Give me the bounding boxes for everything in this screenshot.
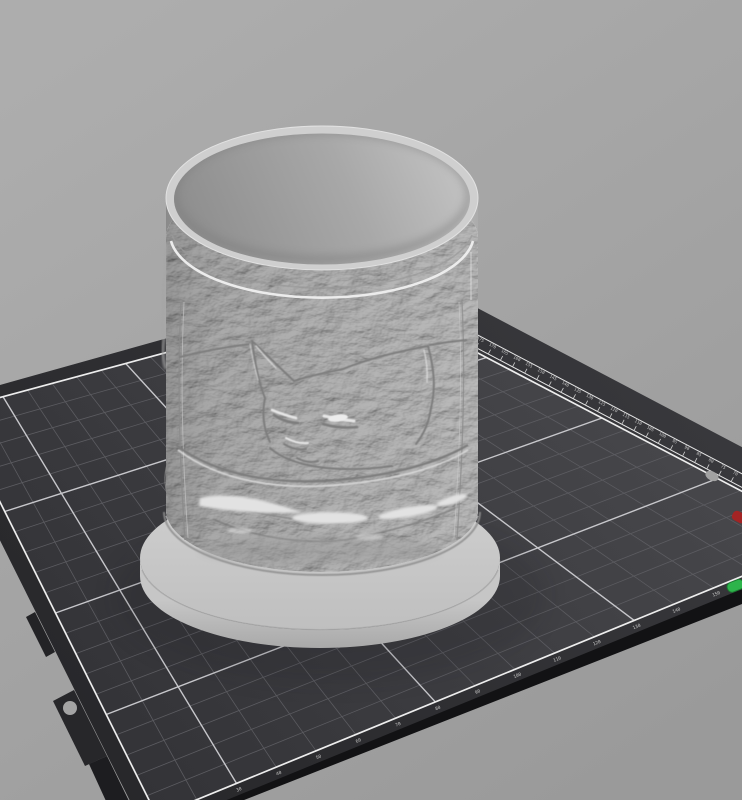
relief-lower-shading — [200, 536, 440, 564]
viewport-canvas[interactable]: 2152102052001951901851801751701651601551… — [0, 0, 742, 800]
slicer-3d-viewport[interactable]: 2152102052001951901851801751701651601551… — [0, 0, 742, 800]
bed-tab-notch — [63, 701, 77, 715]
